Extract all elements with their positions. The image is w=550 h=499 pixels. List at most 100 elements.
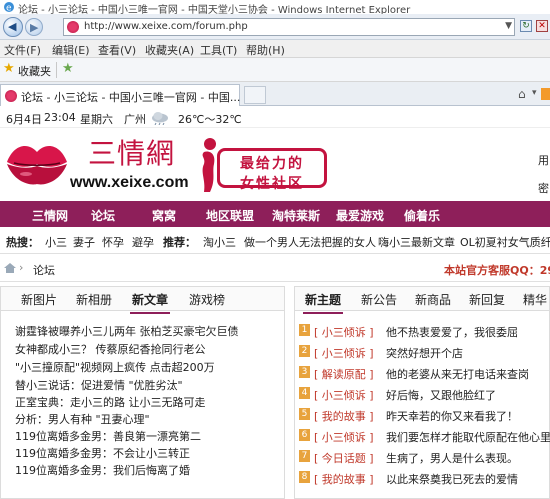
back-button[interactable]: ◀ xyxy=(3,17,23,37)
site-favicon-icon xyxy=(67,21,79,33)
rss-icon[interactable] xyxy=(541,88,550,100)
topic-title[interactable]: 突然好想开个店 xyxy=(386,345,463,361)
hot-link[interactable]: 避孕 xyxy=(132,234,154,250)
topic-row[interactable]: 1 [ 小三倾诉 ] 他不热衷爱爱了，我很委屈 xyxy=(299,323,549,339)
article-link[interactable]: 119位离婚多金男：我们后悔离了婚 xyxy=(15,462,190,478)
menu-favorites[interactable]: 收藏夹(A) xyxy=(145,42,194,58)
topic-title[interactable]: 好后悔，又跟他脸红了 xyxy=(386,387,496,403)
tab-new-announcements[interactable]: 新公告 xyxy=(361,291,397,308)
recommend-link[interactable]: 做一个男人无法把握的女人 xyxy=(244,234,376,250)
tab-new-replies[interactable]: 新回复 xyxy=(469,291,505,308)
topic-row[interactable]: 3 [ 解读原配 ] 他的老婆从来无打电话来查岗 xyxy=(299,365,549,381)
breadcrumb-forum[interactable]: 论坛 xyxy=(33,262,55,278)
forward-button[interactable]: ▶ xyxy=(25,18,43,36)
breadcrumb: › 论坛 本站官方客服QQ：29 xyxy=(0,256,550,282)
slogan-badge: 最给力的 女性社区 xyxy=(217,148,327,192)
home-icon[interactable]: ⌂ xyxy=(518,87,526,101)
menu-view[interactable]: 查看(V) xyxy=(98,42,136,58)
topic-row[interactable]: 2 [ 小三倾诉 ] 突然好想开个店 xyxy=(299,344,549,360)
tab-new-products[interactable]: 新商品 xyxy=(415,291,451,308)
topic-title[interactable]: 昨天幸若的你又来看我了！ xyxy=(386,408,518,424)
tab-new-images[interactable]: 新图片 xyxy=(21,291,57,308)
menu-file[interactable]: 文件(F) xyxy=(4,42,41,58)
nav-item-regions[interactable]: 地区联盟 xyxy=(206,207,254,224)
tab-new-articles[interactable]: 新文章 xyxy=(129,291,171,314)
topic-title[interactable]: 我们要怎样才能取代原配在他心里的 xyxy=(386,429,550,445)
article-link[interactable]: "小三撞原配"视频网上疯传 点击超200万 xyxy=(15,359,215,375)
time-text: 23:04 xyxy=(44,111,76,124)
topic-category[interactable]: [ 我的故事 ] xyxy=(314,408,374,424)
recommend-link[interactable]: 淘小三 xyxy=(203,234,236,250)
add-favorite-icon[interactable]: ★ xyxy=(62,61,74,76)
topic-category[interactable]: [ 小三倾诉 ] xyxy=(314,429,374,445)
topic-row[interactable]: 5 [ 我的故事 ] 昨天幸若的你又来看我了！ xyxy=(299,407,549,423)
hot-link[interactable]: 怀孕 xyxy=(102,234,124,250)
nav-item-games[interactable]: 最爱游戏 xyxy=(336,207,384,224)
home-icon[interactable] xyxy=(3,262,17,274)
site-url-logo[interactable]: www.xeixe.com xyxy=(70,174,189,192)
nav-item-fun[interactable]: 偷着乐 xyxy=(404,207,440,224)
nav-item-home[interactable]: 三情网 xyxy=(32,207,68,224)
rank-badge: 2 xyxy=(299,345,310,357)
address-bar: ◀ ▶ http://www.xeixe.com/forum.php ▼ ↻ ✕ xyxy=(0,14,550,40)
tab-featured[interactable]: 精华 xyxy=(523,291,547,308)
url-input[interactable]: http://www.xeixe.com/forum.php ▼ xyxy=(63,18,515,36)
topic-category[interactable]: [ 解读原配 ] xyxy=(314,366,374,382)
stop-button[interactable]: ✕ xyxy=(536,20,548,32)
cloudy-weather-icon xyxy=(152,112,168,125)
rank-badge: 6 xyxy=(299,429,310,441)
tab-new-albums[interactable]: 新相册 xyxy=(76,291,112,308)
nav-item-forum[interactable]: 论坛 xyxy=(91,207,115,224)
rank-badge: 3 xyxy=(299,366,310,378)
nav-item-nest[interactable]: 窝窝 xyxy=(152,207,176,224)
article-link[interactable]: 119位离婚多金男：善良第一漂亮第二 xyxy=(15,428,201,444)
recommend-link[interactable]: 嗨小三最新文章 xyxy=(378,234,455,250)
topic-title[interactable]: 生病了，男人是什么表现。 xyxy=(386,450,518,466)
article-link[interactable]: 替小三说话：促进爱情 "优胜劣汰" xyxy=(15,377,183,393)
topic-row[interactable]: 4 [ 小三倾诉 ] 好后悔，又跟他脸红了 xyxy=(299,386,549,402)
topic-category[interactable]: [ 今日话题 ] xyxy=(314,450,374,466)
refresh-button[interactable]: ↻ xyxy=(520,20,532,32)
date-text: 6月4日 xyxy=(6,113,42,126)
slogan-line-1: 最给力的 xyxy=(240,156,304,172)
article-link[interactable]: 谢霆锋被曝养小三儿两年 张柏芝买豪宅欠巨债 xyxy=(15,323,239,339)
lips-logo-icon[interactable] xyxy=(4,138,70,188)
browser-tab[interactable]: 论坛 - 小三论坛 - 中国小三唯一官网 - 中国... xyxy=(0,84,240,106)
menu-edit[interactable]: 编辑(E) xyxy=(52,42,90,58)
nav-item-shop[interactable]: 淘特莱斯 xyxy=(272,207,320,224)
rank-badge: 7 xyxy=(299,450,310,462)
topic-row[interactable]: 6 [ 小三倾诉 ] 我们要怎样才能取代原配在他心里的 xyxy=(299,428,550,445)
hot-link[interactable]: 妻子 xyxy=(73,234,95,250)
topic-category[interactable]: [ 我的故事 ] xyxy=(314,471,374,487)
hot-link[interactable]: 小三 xyxy=(45,234,67,250)
latest-content-panel: 新图片 新相册 新文章 游戏榜 谢霆锋被曝养小三儿两年 张柏芝买豪宅欠巨债 女神… xyxy=(0,286,285,499)
article-link[interactable]: 分析：男人有种 "丑妻心理" xyxy=(15,411,150,427)
topic-title[interactable]: 他不热衷爱爱了，我很委屈 xyxy=(386,324,518,340)
recommend-link[interactable]: OL初夏衬女气质纤 xyxy=(460,234,550,250)
article-link[interactable]: 正室宝典：走小三的路 让小三无路可走 xyxy=(15,394,206,410)
article-link[interactable]: 女神都成小三？ 传蔡原纪香抢同行老公 xyxy=(15,341,206,357)
article-link[interactable]: 119位离婚多金男：不会让小三转正 xyxy=(15,445,190,461)
topic-title[interactable]: 他的老婆从来无打电话来查岗 xyxy=(386,366,529,382)
chevron-down-icon[interactable]: ▾ xyxy=(532,88,537,98)
topic-category[interactable]: [ 小三倾诉 ] xyxy=(314,345,374,361)
menu-bar: 文件(F) 编辑(E) 查看(V) 收藏夹(A) 工具(T) 帮助(H) xyxy=(0,40,550,58)
topic-row[interactable]: 7 [ 今日话题 ] 生病了，男人是什么表现。 xyxy=(299,449,549,465)
divider xyxy=(56,62,57,78)
tab-new-topics[interactable]: 新主题 xyxy=(302,291,344,314)
chevron-down-icon[interactable]: ▼ xyxy=(505,21,512,31)
browser-tab-bar: 论坛 - 小三论坛 - 中国小三唯一官网 - 中国... ⌂ ▾ xyxy=(0,82,550,106)
topic-title[interactable]: 以此来祭奠我已死去的爱情 xyxy=(386,471,518,487)
favorites-button[interactable]: 收藏夹 xyxy=(18,63,51,79)
topic-category[interactable]: [ 小三倾诉 ] xyxy=(314,387,374,403)
main-nav: 三情网 论坛 窝窝 地区联盟 淘特莱斯 最爱游戏 偷着乐 xyxy=(0,201,550,227)
topic-category[interactable]: [ 小三倾诉 ] xyxy=(314,324,374,340)
menu-tools[interactable]: 工具(T) xyxy=(200,42,237,58)
new-tab-button[interactable] xyxy=(244,86,266,104)
tab-game-ranking[interactable]: 游戏榜 xyxy=(189,291,225,308)
site-name[interactable]: 三情網 xyxy=(88,132,175,172)
ie-logo-icon: e xyxy=(4,2,14,13)
topic-row[interactable]: 8 [ 我的故事 ] 以此来祭奠我已死去的爱情 xyxy=(299,470,549,486)
menu-help[interactable]: 帮助(H) xyxy=(246,42,285,58)
favorites-star-icon[interactable]: ★ xyxy=(3,61,15,76)
